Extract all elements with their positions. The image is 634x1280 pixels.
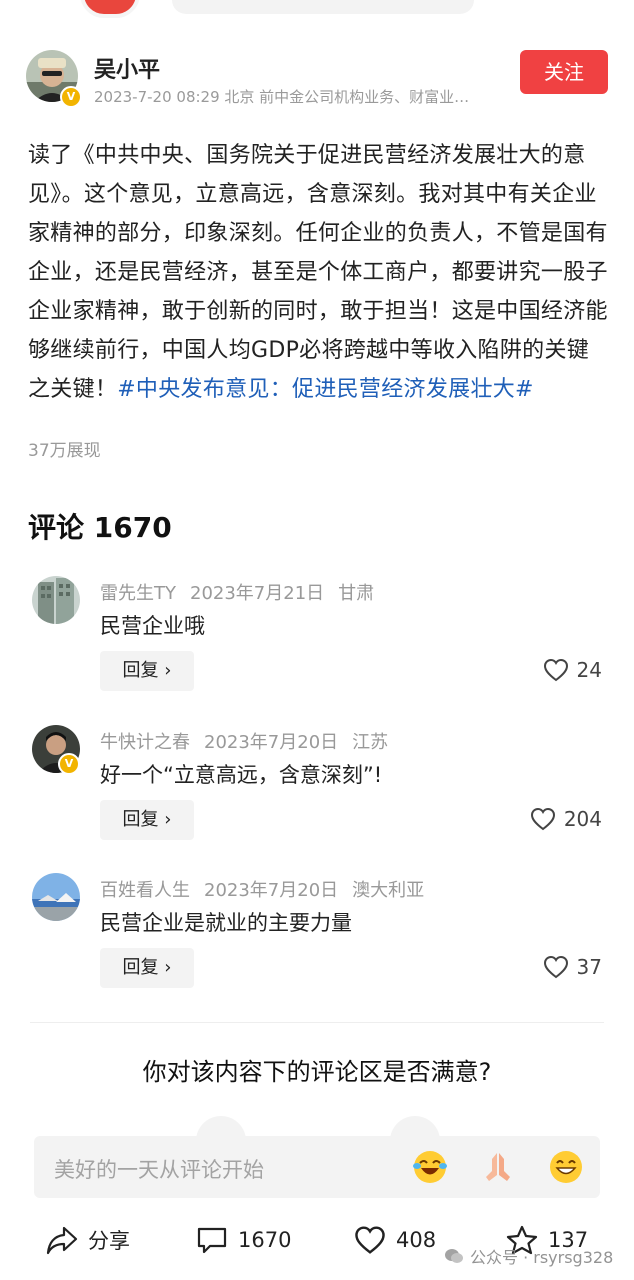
comment-location: 江苏 [352, 732, 389, 753]
heart-icon [355, 1226, 385, 1254]
view-count: 37万展现 [28, 441, 101, 461]
top-record-button[interactable] [80, 0, 140, 18]
grinning-emoji[interactable] [548, 1149, 584, 1185]
comment-like-button[interactable]: 204 [530, 807, 602, 831]
reply-button[interactable]: 回复 › [100, 800, 194, 840]
comment-text: 民营企业是就业的主要力量 [100, 911, 352, 935]
wechat-icon [445, 1249, 463, 1263]
comment-location: 甘肃 [338, 583, 375, 604]
comment-count: 1670 [238, 1228, 292, 1252]
divider [30, 1022, 604, 1023]
comment-text: 民营企业哦 [100, 614, 205, 638]
comment-date: 2023年7月21日 [190, 583, 325, 604]
comment-item: 雷先生TY 2023年7月21日 甘肃 民营企业哦 回复 › 24 [0, 576, 634, 716]
comment-like-count: 24 [576, 658, 602, 682]
author-name[interactable]: 吴小平 [94, 52, 160, 84]
post-body: 读了《中共中央、国务院关于促进民营经济发展壮大的意见》。这个意见，立意高远，含意… [28, 136, 608, 409]
comment-like-button[interactable]: 24 [543, 658, 602, 682]
comment-button[interactable]: 1670 [196, 1222, 291, 1258]
comment-item: 百姓看人生 2023年7月20日 澳大利亚 民营企业是就业的主要力量 回复 › 37 [0, 873, 634, 1013]
comment-item: V 牛快计之春 2023年7月20日 江苏 好一个“立意高远，含意深刻”! 回复 ›… [0, 725, 634, 865]
like-button[interactable]: 408 [354, 1222, 436, 1258]
comment-user[interactable]: 百姓看人生 [100, 880, 190, 901]
laughing-crying-emoji[interactable] [412, 1149, 448, 1185]
comment-user[interactable]: 雷先生TY [100, 583, 176, 604]
landscape-avatar-icon[interactable] [32, 873, 80, 921]
comment-meta: 牛快计之春 2023年7月20日 江苏 [100, 728, 402, 754]
comment-input[interactable]: 美好的一天从评论开始 [34, 1136, 600, 1198]
comment-like-count: 37 [576, 955, 602, 979]
comment-like-button[interactable]: 37 [543, 955, 602, 979]
comment-user[interactable]: 牛快计之春 [100, 732, 190, 753]
comment-text: 好一个“立意高远，含意深刻”! [100, 763, 383, 787]
post-meta: 2023-7-20 08:29 北京 前中金公司机构业务、财富业… [94, 88, 470, 106]
top-search-bar[interactable] [172, 0, 474, 14]
heart-icon [530, 807, 555, 831]
like-count: 408 [396, 1228, 437, 1252]
comment-date: 2023年7月20日 [204, 880, 339, 901]
post-text: 读了《中共中央、国务院关于促进民营经济发展壮大的意见》。这个意见，立意高远，含意… [28, 143, 608, 402]
comments-title: 评论 1670 [28, 511, 172, 544]
comment-icon [197, 1227, 227, 1254]
watermark: 公众号 · rsyrsg328 [444, 1244, 613, 1268]
comment-location: 澳大利亚 [352, 880, 425, 901]
comment-meta: 百姓看人生 2023年7月20日 澳大利亚 [100, 876, 438, 902]
heart-icon [543, 955, 568, 979]
comment-date: 2023年7月20日 [204, 732, 339, 753]
reply-button[interactable]: 回复 › [100, 651, 194, 691]
share-button[interactable]: 分享 [46, 1222, 130, 1258]
building-avatar-icon[interactable] [32, 576, 80, 624]
comment-meta: 雷先生TY 2023年7月21日 甘肃 [100, 579, 388, 605]
share-icon [46, 1226, 78, 1255]
reply-button[interactable]: 回复 › [100, 948, 194, 988]
watermark-text: 公众号 · rsyrsg328 [470, 1248, 614, 1267]
heart-icon [543, 658, 568, 682]
verified-badge-icon: V [60, 86, 82, 108]
follow-button[interactable]: 关注 [520, 50, 608, 94]
survey-question: 你对该内容下的评论区是否满意? [142, 1058, 492, 1086]
hashtag-link[interactable]: #中央发布意见：促进民营经济发展壮大# [117, 377, 534, 402]
praying-hands-emoji[interactable] [480, 1149, 516, 1185]
share-label: 分享 [88, 1229, 130, 1253]
comment-like-count: 204 [563, 807, 602, 831]
verified-badge-icon: V [58, 753, 80, 775]
comment-input-placeholder: 美好的一天从评论开始 [54, 1158, 264, 1182]
